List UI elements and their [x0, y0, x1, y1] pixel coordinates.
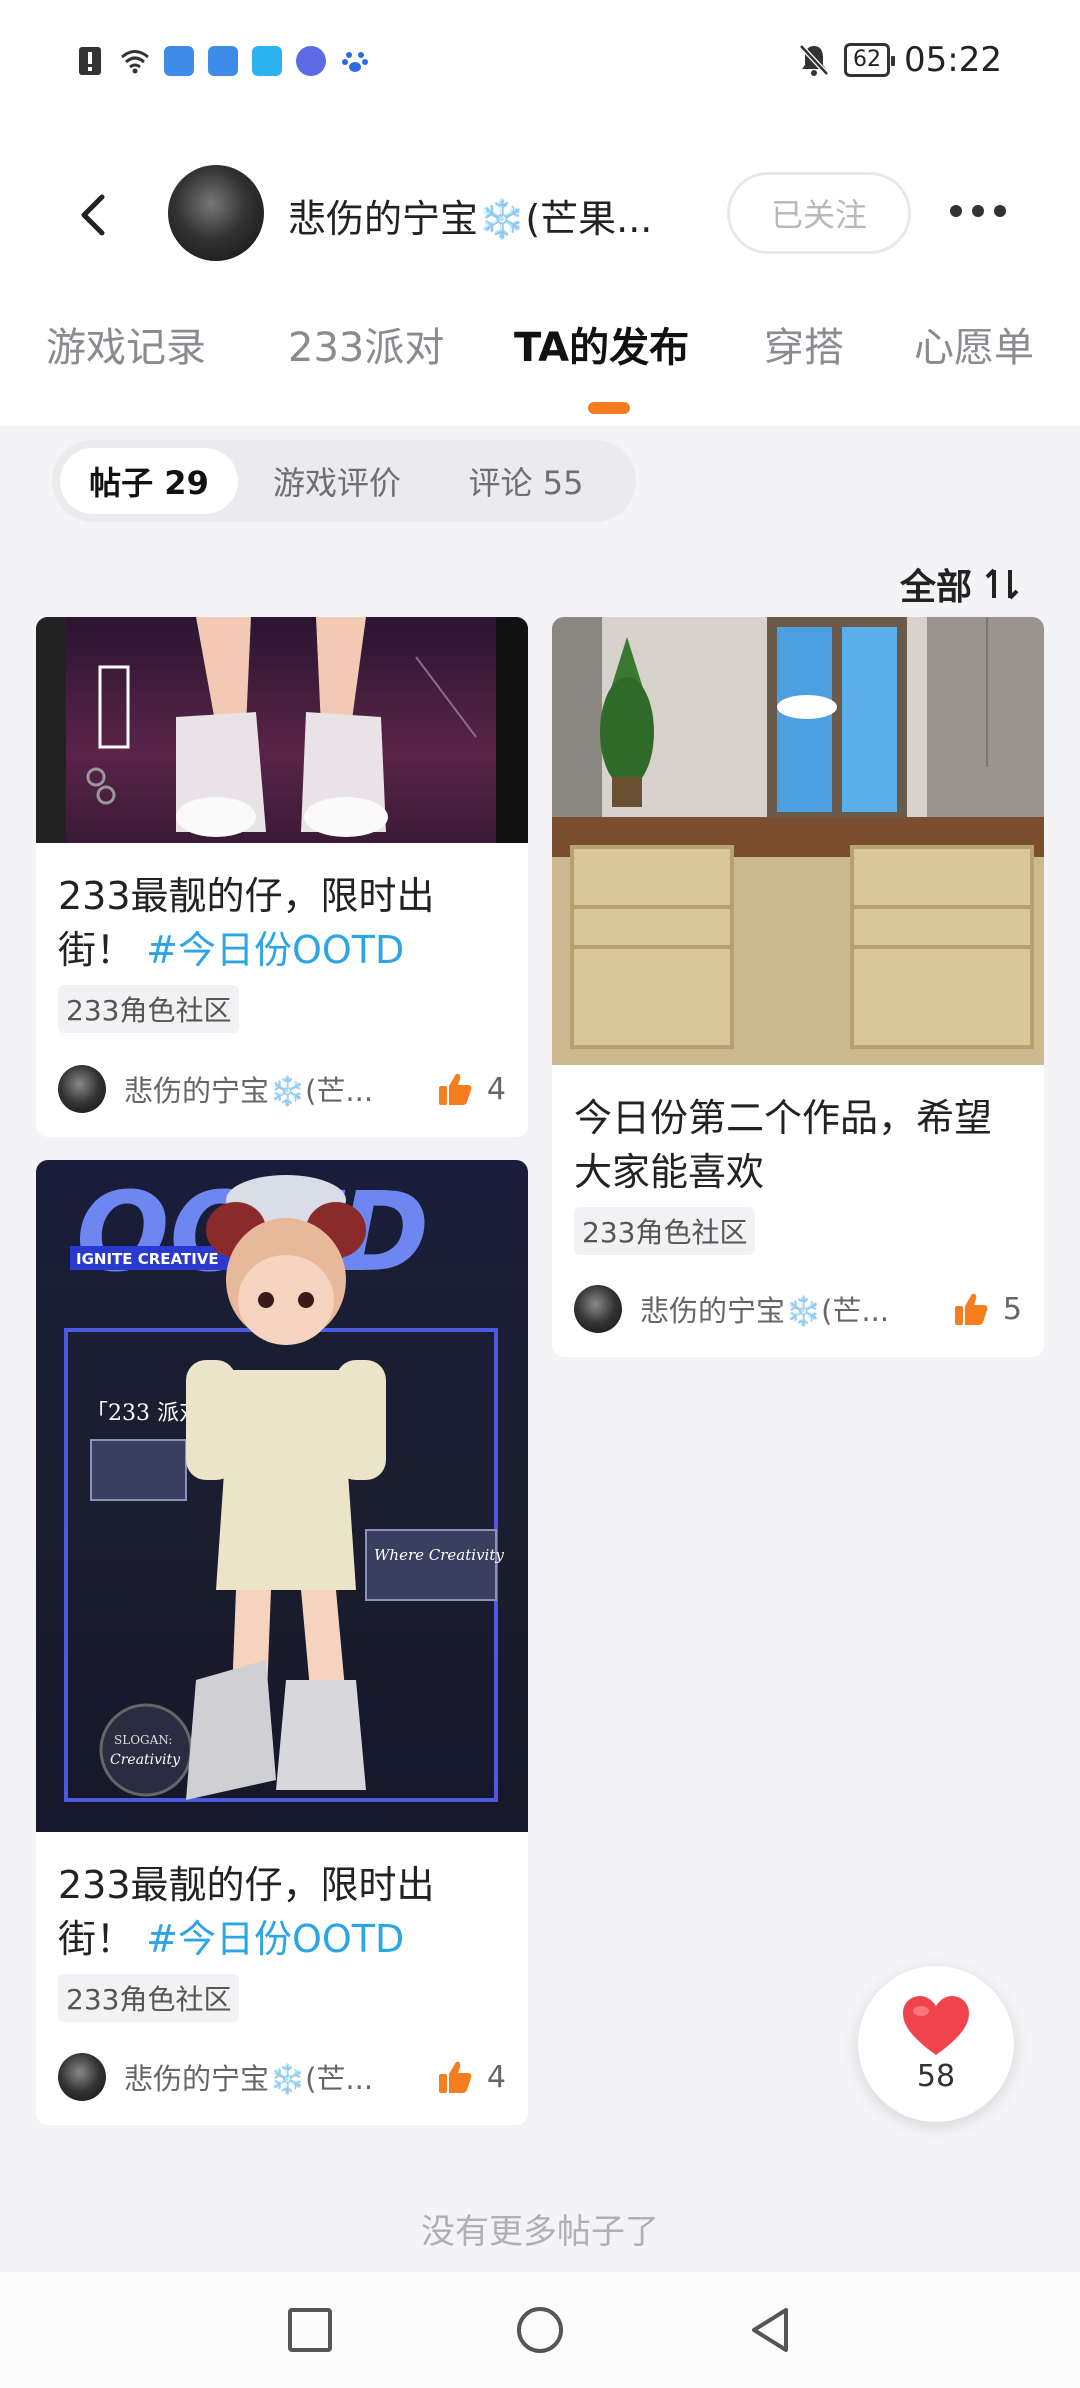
- post-image-art: OOTD IGNITE CREATIVE 「233 派对」 Where Crea…: [64, 1168, 504, 1802]
- status-icons-right: 62 05:22: [798, 40, 1002, 80]
- thumbs-up-icon[interactable]: [437, 1071, 473, 1107]
- recents-button[interactable]: [282, 2302, 338, 2358]
- app-icon: [164, 46, 194, 76]
- like-profile-button[interactable]: 58: [858, 1966, 1014, 2122]
- post-footer: 悲伤的宁宝❄️(芒... 4: [58, 2051, 506, 2103]
- end-of-list-text: 没有更多帖子了: [421, 2212, 659, 2252]
- home-button[interactable]: [512, 2302, 568, 2358]
- weather-icon: [252, 46, 282, 76]
- post-hashtag[interactable]: #今日份OOTD: [146, 1917, 404, 1961]
- author-name[interactable]: 悲伤的宁宝❄️(芒...: [124, 1068, 374, 1110]
- subtab-comments[interactable]: 评论 55: [436, 448, 616, 514]
- mute-bell-icon: [799, 44, 829, 76]
- post-image-art: [36, 617, 528, 843]
- tab-ta-posts[interactable]: TA的发布: [514, 315, 689, 373]
- system-nav-bar: [0, 2272, 1080, 2388]
- community-tag[interactable]: 233角色社区: [58, 1974, 240, 2022]
- like-count: 4: [486, 2059, 506, 2095]
- clock: 05:22: [904, 40, 1002, 80]
- sort-icon: [985, 568, 1019, 600]
- status-icons-left: [76, 46, 370, 76]
- post-card[interactable]: OOTD IGNITE CREATIVE 「233 派对」 Where Crea…: [36, 1160, 528, 2125]
- post-image: OOTD IGNITE CREATIVE 「233 派对」 Where Crea…: [36, 1160, 528, 1832]
- thumbs-up-icon[interactable]: [437, 2059, 473, 2095]
- post-title: 233最靓的仔，限时出街！ #今日份OOTD: [58, 874, 435, 972]
- avatar[interactable]: [168, 165, 264, 261]
- tab-outfits[interactable]: 穿搭: [764, 315, 844, 373]
- back-nav-button[interactable]: [742, 2302, 798, 2358]
- post-card[interactable]: 233最靓的仔，限时出街！ #今日份OOTD 233角色社区 悲伤的宁宝❄️(芒…: [36, 617, 528, 1137]
- profile-tabs: 游戏记录 233派对 TA的发布 穿搭 心愿单: [0, 315, 1080, 395]
- poster-ignite-text: IGNITE CREATIVE: [76, 1250, 219, 1268]
- active-tab-indicator: [588, 402, 630, 414]
- sort-filter-button[interactable]: 全部: [900, 558, 1022, 610]
- post-hashtag[interactable]: #今日份OOTD: [146, 928, 404, 972]
- subtab-game-reviews[interactable]: 游戏评价: [252, 448, 422, 514]
- post-title: 233最靓的仔，限时出街！ #今日份OOTD: [58, 1863, 435, 1961]
- post-title: 今日份第二个作品，希望大家能喜欢: [574, 1096, 993, 1194]
- author-avatar[interactable]: [574, 1285, 622, 1333]
- page-title: 悲伤的宁宝❄️(芒果...: [288, 197, 653, 241]
- poster-slogan-text: SLOGAN:: [114, 1733, 172, 1747]
- author-avatar[interactable]: [58, 2053, 106, 2101]
- author-name[interactable]: 悲伤的宁宝❄️(芒...: [640, 1288, 890, 1330]
- author-name[interactable]: 悲伤的宁宝❄️(芒...: [124, 2056, 374, 2098]
- post-image: [552, 617, 1044, 1065]
- author-avatar[interactable]: [58, 1065, 106, 1113]
- poster-creativity-text: Creativity: [110, 1752, 181, 1768]
- paw-icon: [342, 52, 368, 72]
- post-image: [36, 617, 528, 843]
- music-icon: [296, 46, 326, 76]
- like-count: 4: [486, 1071, 506, 1107]
- heart-count: 58: [916, 2058, 956, 2094]
- tab-game-records[interactable]: 游戏记录: [46, 315, 206, 373]
- community-tag[interactable]: 233角色社区: [574, 1207, 756, 1255]
- profile-header: 悲伤的宁宝❄️(芒果... 已关注 游戏记录 233派对 TA的发布 穿搭 心愿…: [0, 130, 1080, 426]
- post-footer: 悲伤的宁宝❄️(芒... 5: [574, 1283, 1022, 1335]
- like-count: 5: [1002, 1291, 1022, 1327]
- battery-indicator: 62: [844, 43, 896, 77]
- post-type-switcher: 帖子 29 游戏评价 评论 55: [52, 440, 636, 522]
- post-card[interactable]: 今日份第二个作品，希望大家能喜欢 233角色社区 悲伤的宁宝❄️(芒... 5: [552, 617, 1044, 1357]
- subtab-posts[interactable]: 帖子 29: [60, 448, 238, 514]
- back-button[interactable]: [70, 185, 120, 245]
- post-footer: 悲伤的宁宝❄️(芒... 4: [58, 1063, 506, 1115]
- tab-wishlist[interactable]: 心愿单: [914, 315, 1034, 373]
- post-image-art: [552, 617, 1044, 1065]
- wifi-icon: [121, 50, 149, 74]
- status-bar: 62 05:22: [0, 0, 1080, 130]
- alert-icon: [79, 47, 101, 75]
- sort-label: 全部: [900, 567, 973, 608]
- more-options-button[interactable]: [950, 196, 1020, 226]
- thumbs-up-icon[interactable]: [953, 1291, 989, 1327]
- heart-icon: [903, 1995, 969, 2055]
- follow-button[interactable]: 已关注: [727, 172, 911, 254]
- poster-where-text: Where Creativity: [374, 1546, 504, 1564]
- community-tag[interactable]: 233角色社区: [58, 985, 240, 1033]
- tab-233-party[interactable]: 233派对: [288, 315, 444, 373]
- app-icon: [208, 46, 238, 76]
